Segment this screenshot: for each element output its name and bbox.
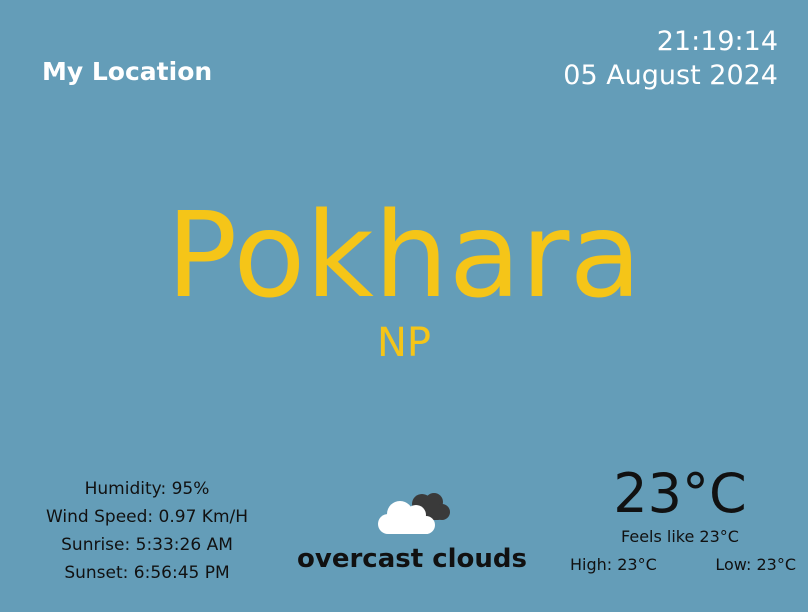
condition-text: overcast clouds [297,544,527,574]
feels-like: Feels like 23°C [621,527,739,546]
current-temperature: 23°C [613,462,747,525]
sunrise: Sunrise: 5:33:26 AM [61,535,233,555]
current-date: 05 August 2024 [563,60,778,91]
temperature-high: High: 23°C [570,555,657,574]
weather-condition: overcast clouds [252,488,572,576]
datetime: 21:19:14 05 August 2024 [563,25,778,93]
humidity: Humidity: 95% [84,479,210,499]
high-low: High: 23°C Low: 23°C [560,554,800,576]
city-block: Pokhara NP [0,190,808,366]
city-name: Pokhara [166,186,642,324]
sunset: Sunset: 6:56:45 PM [64,563,230,583]
overcast-clouds-icon [378,493,450,534]
temperature-block: 23°C Feels like 23°C High: 23°C Low: 23°… [560,462,800,576]
wind-speed: Wind Speed: 0.97 Km/H [45,507,249,527]
country-code: NP [376,320,432,366]
current-time: 21:19:14 [656,26,778,57]
weather-details: Humidity: 95% Wind Speed: 0.97 Km/H Sunr… [0,475,294,587]
temperature-low: Low: 23°C [715,555,796,574]
location-label: My Location [42,57,213,86]
